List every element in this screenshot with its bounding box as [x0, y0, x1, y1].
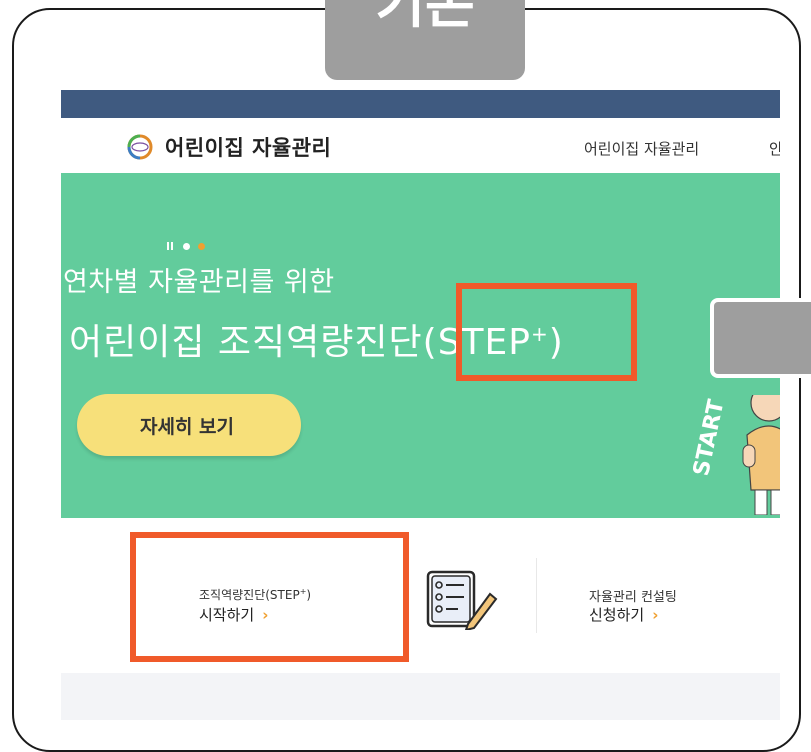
view-details-button[interactable]: 자세히 보기: [77, 394, 301, 456]
header-nav: 어린이집 자율관리 어린이집 자율관리 안: [61, 118, 780, 174]
site-title[interactable]: 어린이집 자율관리: [165, 132, 331, 162]
overlay-side-tab: [710, 298, 811, 378]
nav-item-next[interactable]: 안: [769, 138, 780, 159]
document-pen-icon: [426, 570, 498, 630]
highlight-box-step-title: [456, 283, 637, 381]
character-illustration-icon: [742, 395, 780, 515]
overlay-title-label: 기존: [375, 0, 475, 35]
start-label: START: [689, 397, 730, 479]
top-bar: [61, 90, 780, 118]
quick-link-consulting-title: 자율관리 컨설팅: [589, 590, 677, 605]
slider-dot-2[interactable]: [198, 243, 205, 250]
slider-dot-1[interactable]: [183, 243, 190, 250]
highlight-box-step-start: [130, 532, 409, 662]
chevron-right-icon: ›: [652, 606, 659, 624]
slider-pause-icon[interactable]: [167, 242, 173, 250]
overlay-title-tab: 기존: [325, 0, 525, 80]
hero-banner: 연차별 자율관리를 위한 어린이집 조직역량진단(STEP+) 자세히 보기 S…: [61, 173, 780, 518]
hero-subtitle: 연차별 자율관리를 위한: [63, 267, 335, 298]
quick-link-consulting-action: 신청하기 ›: [589, 604, 658, 625]
nav-item-autonomy[interactable]: 어린이집 자율관리: [584, 138, 699, 159]
kcpi-logo-icon[interactable]: [125, 133, 155, 161]
quick-link-consulting-action-label: 신청하기: [589, 606, 645, 624]
page-bottom-area: [61, 673, 780, 720]
quick-link-divider: [536, 558, 537, 633]
